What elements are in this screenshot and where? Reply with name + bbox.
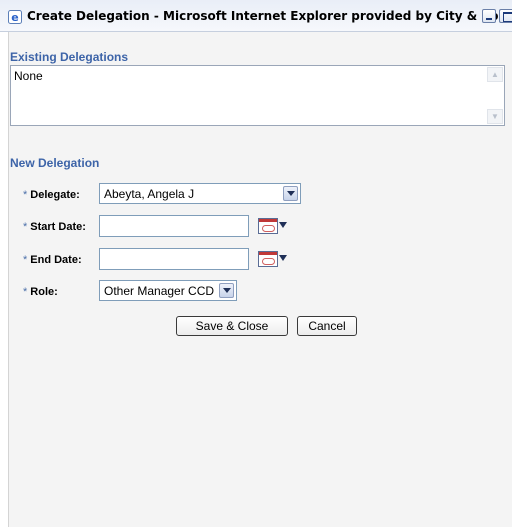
required-marker: * — [23, 286, 28, 298]
required-marker: * — [23, 221, 28, 233]
window-title: Create Delegation - Microsoft Internet E… — [27, 9, 512, 23]
chevron-down-icon — [279, 255, 287, 261]
start-date-label: * Start Date: — [23, 221, 86, 233]
existing-delegations-value: None — [14, 69, 43, 83]
minimize-button[interactable] — [482, 9, 496, 23]
chevron-down-icon[interactable] — [283, 186, 298, 201]
delegate-select[interactable]: Abeyta, Angela J — [99, 183, 301, 204]
new-delegation-heading: New Delegation — [10, 156, 100, 170]
svg-text:e: e — [11, 11, 18, 24]
chevron-down-icon[interactable] — [219, 283, 234, 298]
start-date-input[interactable] — [99, 215, 249, 237]
ie-icon: e — [8, 10, 22, 24]
cancel-button[interactable]: Cancel — [297, 316, 357, 336]
required-marker: * — [23, 254, 28, 266]
scroll-up-icon[interactable]: ▲ — [487, 67, 503, 82]
calendar-icon — [258, 251, 278, 267]
dialog-content: Existing Delegations None ▲ ▼ New Delega… — [8, 32, 512, 527]
start-date-calendar-button[interactable] — [258, 216, 293, 236]
role-label: * Role: — [23, 286, 58, 298]
scroll-down-icon[interactable]: ▼ — [487, 109, 503, 124]
calendar-icon — [258, 218, 278, 234]
delegate-value: Abeyta, Angela J — [104, 187, 195, 201]
required-marker: * — [23, 189, 28, 201]
window-titlebar: e Create Delegation - Microsoft Internet… — [0, 0, 512, 32]
end-date-label: * End Date: — [23, 254, 82, 266]
end-date-input[interactable] — [99, 248, 249, 270]
role-value: Other Manager CCD — [104, 284, 215, 298]
existing-delegations-heading: Existing Delegations — [10, 50, 129, 64]
delegate-label: * Delegate: — [23, 189, 80, 201]
end-date-calendar-button[interactable] — [258, 249, 293, 269]
existing-delegations-list[interactable]: None ▲ ▼ — [10, 65, 505, 126]
save-close-button[interactable]: Save & Close — [176, 316, 288, 336]
chevron-down-icon — [279, 222, 287, 228]
role-select[interactable]: Other Manager CCD — [99, 280, 237, 301]
maximize-button[interactable] — [499, 9, 512, 23]
existing-scrollbar[interactable]: ▲ ▼ — [487, 67, 503, 124]
